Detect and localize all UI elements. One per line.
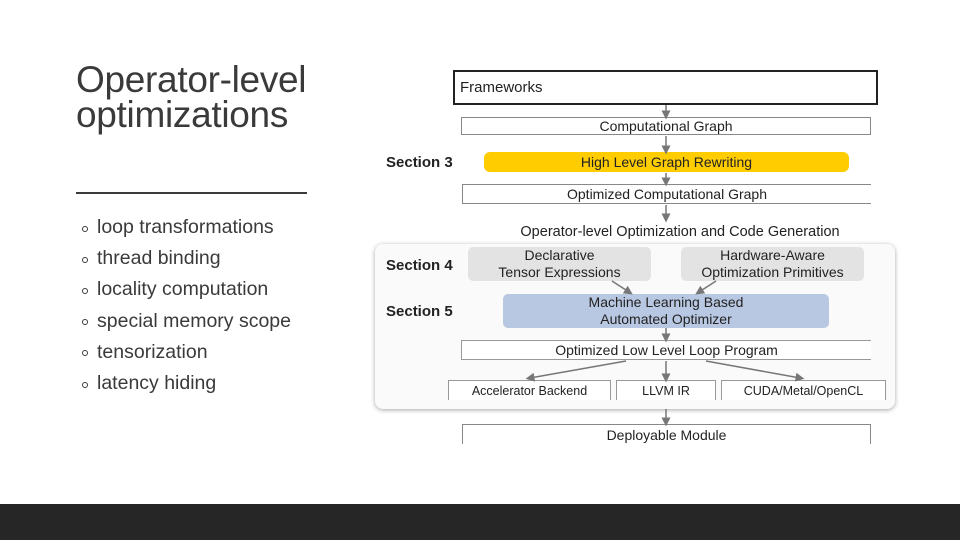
arrow-hardware-to-ml: [695, 280, 717, 295]
arrow-loop-to-cuda: [705, 360, 805, 382]
footer-bar: [0, 504, 960, 540]
arrow-loop-to-accelerator: [525, 360, 627, 382]
tvm-stack-diagram: Frameworks ML: [0, 0, 960, 540]
arrow-declarative-to-ml: [611, 280, 633, 295]
diagram-arrows: [525, 105, 805, 427]
